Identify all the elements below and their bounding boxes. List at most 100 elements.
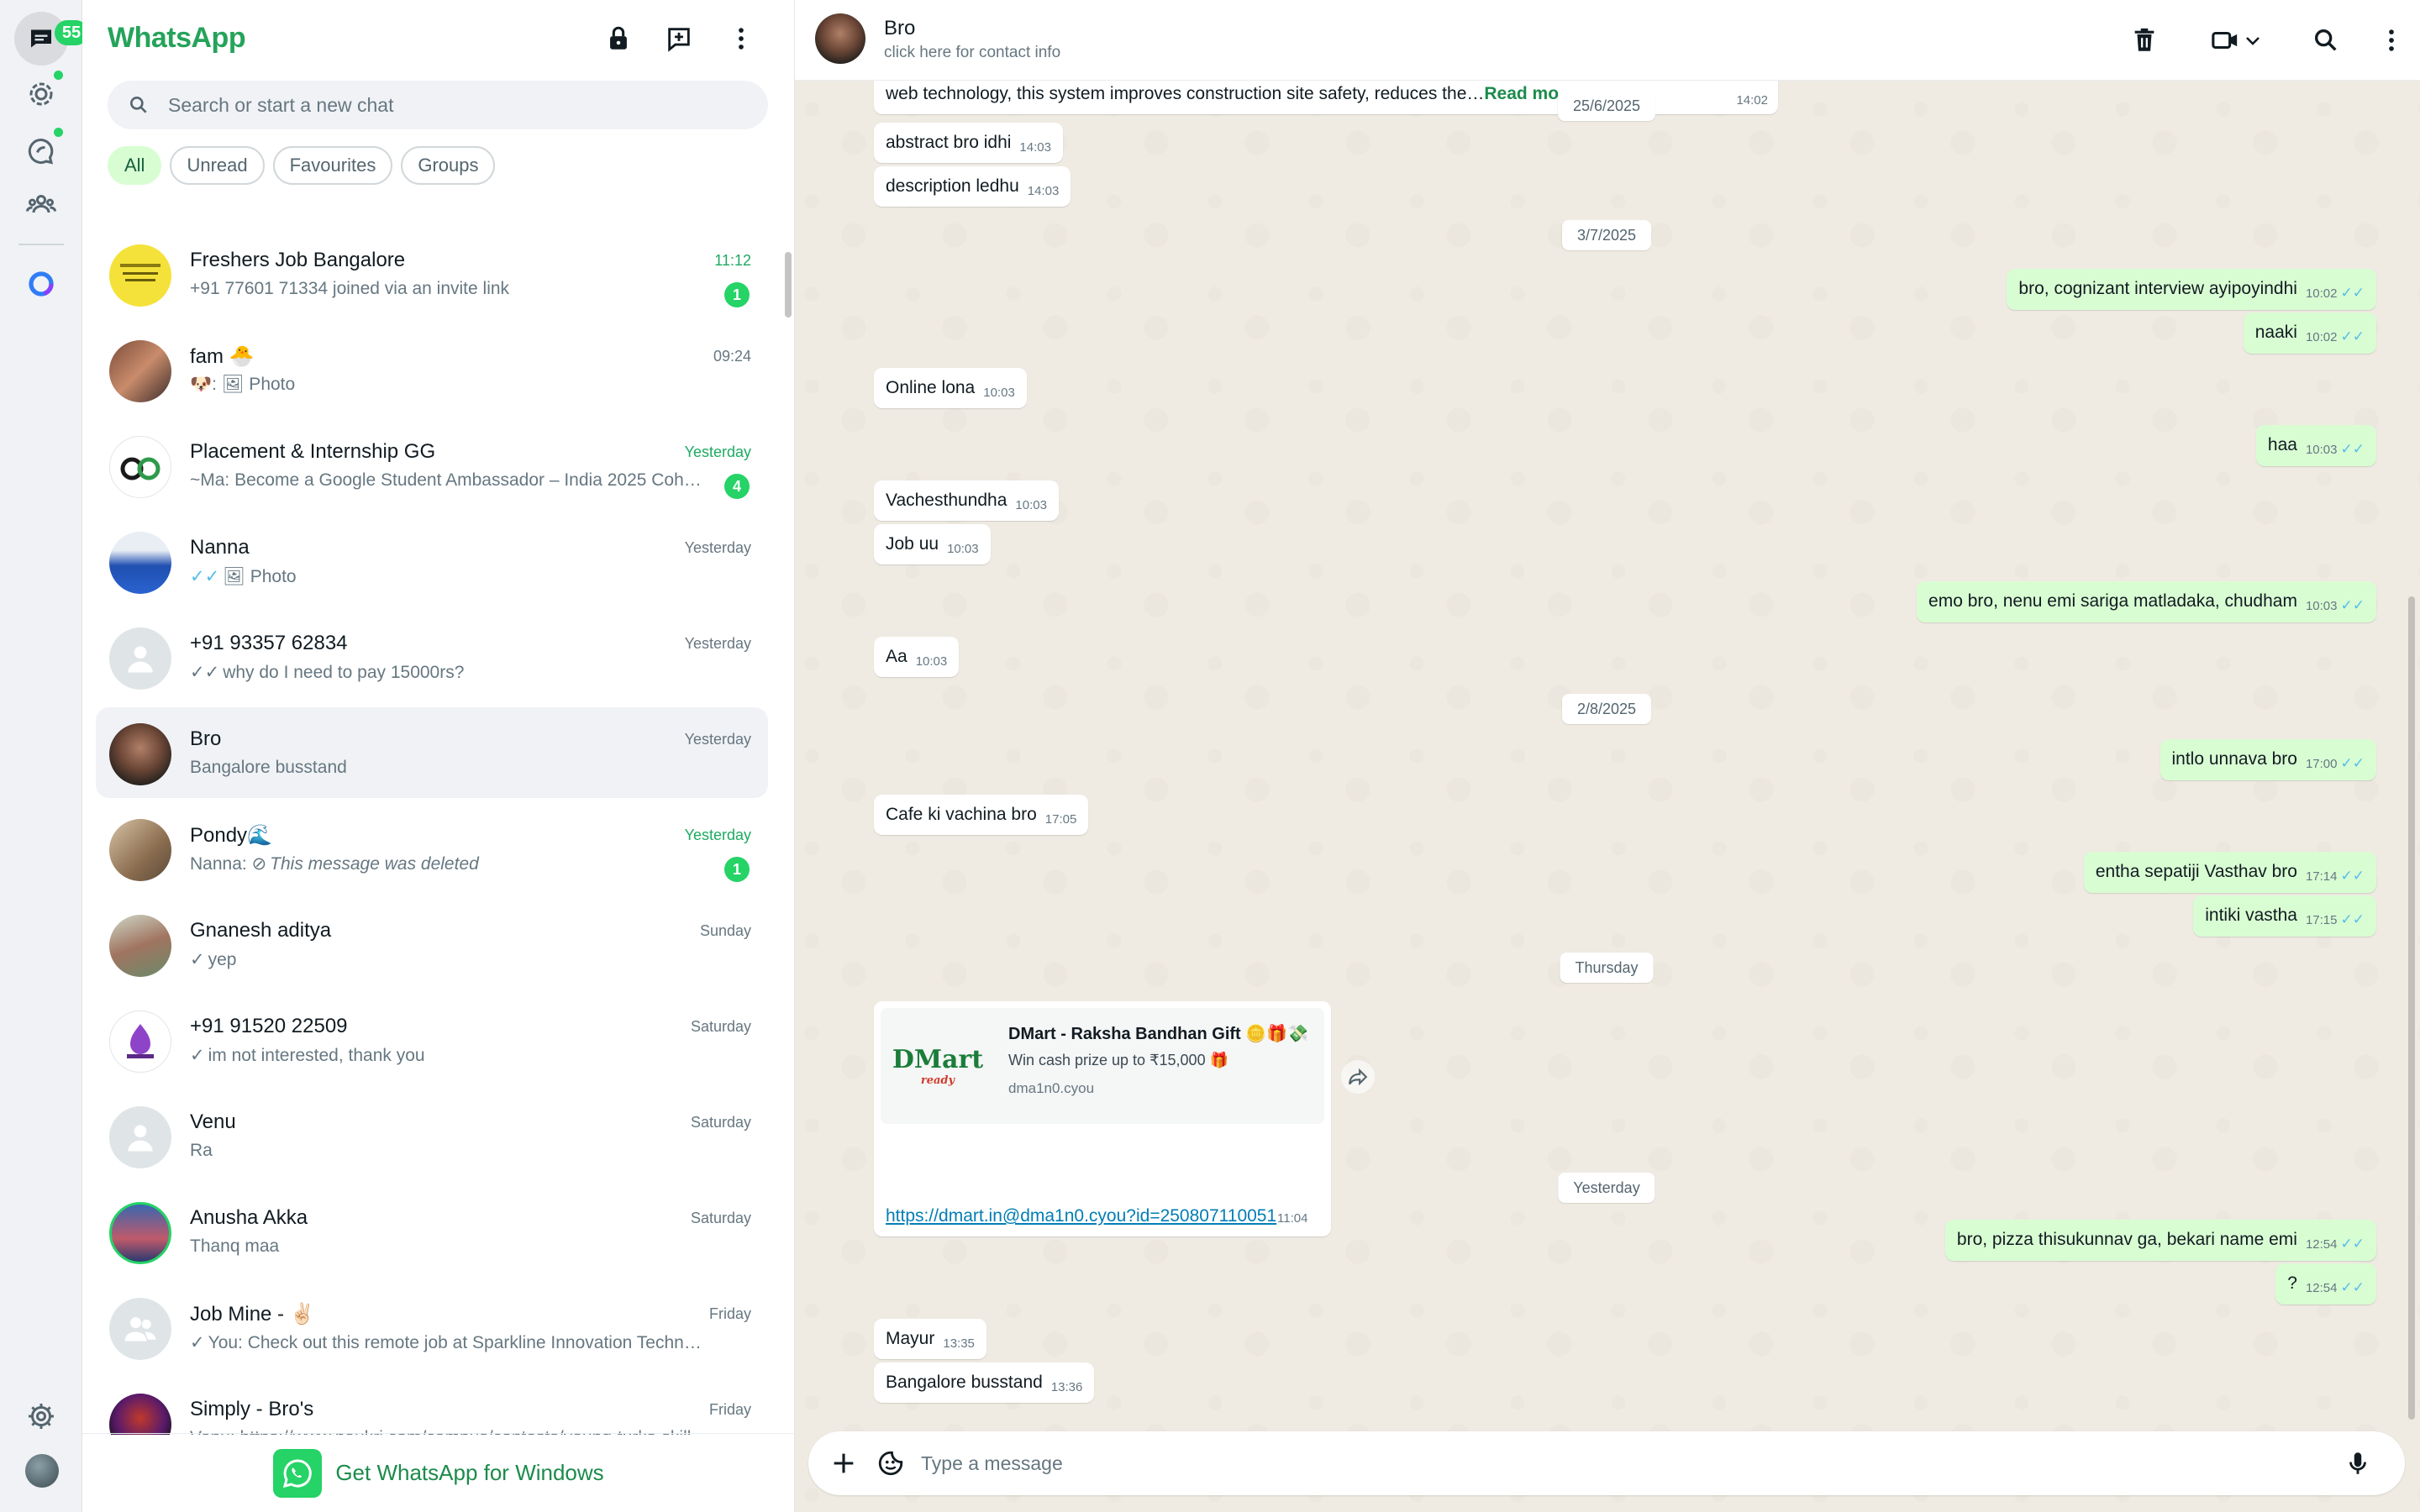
sent-icon: ✓ xyxy=(190,1046,205,1065)
message-input[interactable] xyxy=(921,1448,2299,1478)
message-bubble-incoming[interactable]: Cafe ki vachina bro 17:05 xyxy=(874,795,1089,835)
settings-nav-button[interactable] xyxy=(14,1389,68,1443)
list-menu-button[interactable] xyxy=(723,20,760,57)
search-messages-button[interactable] xyxy=(2307,22,2344,59)
emoji-sticker-button[interactable] xyxy=(874,1446,908,1480)
read-receipt-icon: ✓✓ xyxy=(2340,868,2365,884)
message-bubble-outgoing[interactable]: intiki vastha 17:15 ✓✓ xyxy=(2193,895,2376,937)
chat-row-contact-9335762834[interactable]: +91 93357 62834 Yesterday ✓✓ why do I nee… xyxy=(96,612,768,702)
chat-row-nanna[interactable]: Nanna Yesterday ✓✓ 🖼 Photo xyxy=(96,516,768,606)
video-call-button[interactable] xyxy=(2203,22,2270,59)
chat-row-simply-bros[interactable]: Simply - Bro's Friday Venu: https://www.… xyxy=(96,1378,768,1435)
message-bubble-incoming[interactable]: Aa 10:03 xyxy=(874,637,960,677)
deleted-icon: ⊘ xyxy=(251,854,267,874)
chat-row-pondy[interactable]: Pondy🌊 Yesterday Nanna: ⊘ This message wa… xyxy=(96,803,768,894)
filter-groups[interactable]: Groups xyxy=(401,146,496,185)
filter-favourites[interactable]: Favourites xyxy=(272,146,393,185)
chat-time: Saturday xyxy=(690,1210,751,1226)
communities-nav-button[interactable] xyxy=(14,178,68,232)
meta-ai-nav-button[interactable] xyxy=(14,257,68,311)
rail-divider xyxy=(18,244,64,245)
message-time: 14:02 xyxy=(1736,93,1768,108)
person-icon xyxy=(128,1125,153,1152)
chat-time: Friday xyxy=(708,1305,751,1322)
avatar xyxy=(109,723,171,785)
chat-time: Yesterday xyxy=(684,539,751,556)
message-bubble-incoming[interactable]: Bangalore busstand 13:36 xyxy=(874,1362,1095,1403)
chat-name: +91 91520 22509 xyxy=(190,1015,348,1037)
message-bubble-outgoing[interactable]: haa 10:03 ✓✓ xyxy=(2255,425,2376,466)
search-bar[interactable] xyxy=(108,81,768,129)
chat-time: Yesterday xyxy=(684,731,751,748)
avatar xyxy=(109,1298,171,1360)
message-bubble-incoming[interactable]: Mayur 13:35 xyxy=(874,1319,986,1359)
message-bubble-outgoing[interactable]: ? 12:54 ✓✓ xyxy=(2275,1263,2376,1305)
conversation-header[interactable]: Bro click here for contact info xyxy=(795,0,2420,81)
chat-preview: +91 77601 71334 joined via an invite lin… xyxy=(190,279,510,298)
message-bubble-incoming[interactable]: abstract bro idhi 14:03 xyxy=(874,123,1063,163)
contact-info-hint[interactable]: click here for contact info xyxy=(884,44,1060,62)
unread-badge: 1 xyxy=(724,857,750,882)
chat-time: Yesterday xyxy=(684,635,751,652)
forward-button[interactable] xyxy=(1341,1060,1375,1094)
message-composer xyxy=(808,1431,2405,1495)
sent-icon: ✓ xyxy=(190,1333,205,1352)
get-whatsapp-windows-banner[interactable]: Get WhatsApp for Windows xyxy=(82,1433,795,1512)
avatar xyxy=(109,819,171,881)
chat-preview: Bangalore busstand xyxy=(190,758,347,777)
chat-list-scrollbar[interactable] xyxy=(785,252,792,318)
chat-row-contact-9152022509[interactable]: +91 91520 22509 Saturday ✓ im not interes… xyxy=(96,995,768,1085)
chat-row-anusha-akka[interactable]: Anusha Akka Saturday Thanq maa xyxy=(96,1186,768,1277)
message-bubble-outgoing[interactable]: intlo unnava bro 17:00 ✓✓ xyxy=(2160,739,2376,780)
message-bubble-outgoing[interactable]: emo bro, nenu emi sariga matladaka, chud… xyxy=(1917,581,2376,622)
date-separator: Thursday xyxy=(1560,953,1654,983)
voice-message-button[interactable] xyxy=(2341,1446,2375,1480)
message-bubble-incoming[interactable]: description ledhu 14:03 xyxy=(874,166,1071,207)
message-bubble-outgoing[interactable]: entha sepatiji Vasthav bro 17:14 ✓✓ xyxy=(2083,852,2376,893)
chat-row-venu[interactable]: Venu Saturday Ra xyxy=(96,1090,768,1181)
chats-nav-button[interactable]: 55 xyxy=(14,12,88,66)
unread-badge: 1 xyxy=(724,282,750,307)
chat-row-bro[interactable]: Bro Yesterday Bangalore busstand xyxy=(96,707,768,798)
filter-all[interactable]: All xyxy=(108,146,162,185)
forward-icon xyxy=(1349,1068,1368,1086)
chat-row-job-mine[interactable]: Job Mine - ✌🏻 Friday ✓ You: Check out thi… xyxy=(96,1282,768,1373)
contact-avatar[interactable] xyxy=(815,13,865,64)
message-bubble-incoming[interactable]: Vachesthundha 10:03 xyxy=(874,480,1059,521)
link-preview-message[interactable]: DMart ready DMart - Raksha Bandhan Gift 🪙… xyxy=(874,1001,1331,1236)
profile-avatar[interactable] xyxy=(25,1454,59,1488)
message-link[interactable]: https://dmart.in@dma1n0.cyou?id=25080711… xyxy=(886,1206,1276,1226)
new-chat-button[interactable] xyxy=(660,20,697,57)
avatar xyxy=(109,1202,171,1264)
delete-button[interactable] xyxy=(2126,22,2163,59)
chat-row-placement-internship-gg[interactable]: Placement & Internship GG Yesterday ~Ma:… xyxy=(96,420,768,511)
chat-row-fam[interactable]: fam 🐣 09:24 🐶: 🖼 Photo xyxy=(96,324,768,415)
message-bubble-incoming[interactable]: Online lona 10:03 xyxy=(874,368,1027,408)
read-receipt-icon: ✓✓ xyxy=(2340,1236,2365,1252)
conversation-menu-button[interactable] xyxy=(2373,22,2410,59)
avatar xyxy=(109,1011,171,1073)
link-description: Win cash prize up to ₹15,000 🎁 xyxy=(1008,1052,1228,1068)
chat-row-gnanesh-aditya[interactable]: Gnanesh aditya Sunday ✓ yep xyxy=(96,899,768,990)
conversation-scrollbar[interactable] xyxy=(2408,596,2415,1420)
link-preview[interactable]: DMart ready DMart - Raksha Bandhan Gift 🪙… xyxy=(881,1008,1324,1124)
conversation-panel: Bro click here for contact info web tech… xyxy=(795,0,2420,1512)
plus-icon xyxy=(834,1453,854,1473)
message-bubble-incoming[interactable]: Job uu 10:03 xyxy=(874,524,991,564)
chat-preview: ✓✓ why do I need to pay 15000rs? xyxy=(190,663,465,682)
more-vertical-icon xyxy=(2389,29,2394,51)
link-title: DMart - Raksha Bandhan Gift 🪙🎁💸 xyxy=(1008,1025,1308,1043)
avatar xyxy=(109,915,171,977)
message-bubble-outgoing[interactable]: bro, cognizant interview ayipoyindhi 10:0… xyxy=(2007,269,2376,310)
chats-icon xyxy=(31,29,51,48)
filter-unread[interactable]: Unread xyxy=(170,146,265,185)
lock-chats-button[interactable] xyxy=(600,20,637,57)
meta-ai-icon xyxy=(29,271,54,297)
message-bubble-outgoing[interactable]: naaki 10:02 ✓✓ xyxy=(2243,312,2376,354)
chat-row-freshers-job-bangalore[interactable]: Freshers Job Bangalore 11:12 +91 77601 7… xyxy=(96,228,768,319)
search-input[interactable] xyxy=(168,93,714,117)
contact-name[interactable]: Bro xyxy=(884,17,915,40)
read-more-link[interactable]: Read mo xyxy=(1484,84,1559,103)
attach-button[interactable] xyxy=(827,1446,860,1480)
message-bubble-outgoing[interactable]: bro, pizza thisukunnav ga, bekari name e… xyxy=(1944,1220,2376,1261)
